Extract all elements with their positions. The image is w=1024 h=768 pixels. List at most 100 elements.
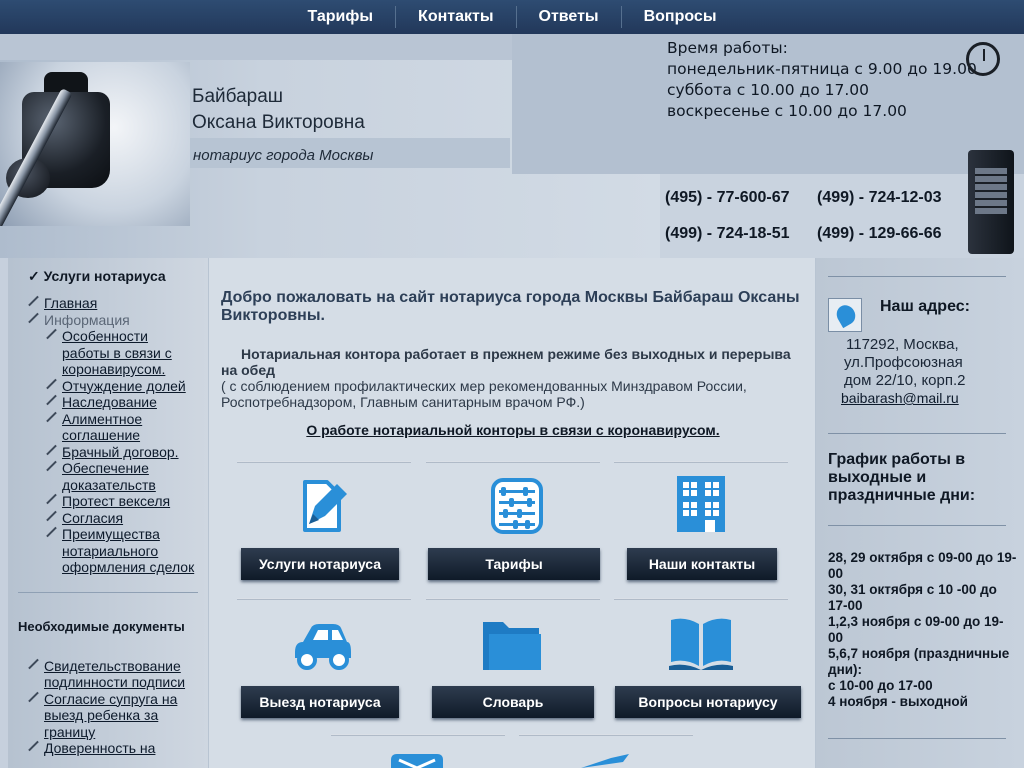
tile-divider bbox=[426, 598, 600, 600]
tile-divider bbox=[614, 461, 788, 463]
menu-label[interactable]: Преимущества нотариального оформления сд… bbox=[62, 526, 198, 576]
menu-item-home[interactable]: Главная bbox=[26, 295, 198, 312]
schedule-line: 1,2,3 ноября с 09-00 до 19-00 bbox=[828, 614, 1004, 645]
hours-weekdays: понедельник-пятница с 9.00 до 19.00 bbox=[667, 60, 977, 78]
right-divider bbox=[828, 738, 1006, 739]
doc-item-power-of-attorney[interactable]: Доверенность на bbox=[26, 740, 198, 757]
menu-label[interactable]: Наследование bbox=[62, 394, 157, 411]
phone-4: (499) - 129-66-66 bbox=[817, 225, 942, 242]
edit-document-icon[interactable] bbox=[289, 474, 353, 538]
pencil-icon bbox=[44, 510, 58, 522]
schedule-line: 28, 29 октября с 09-00 до 19-00 bbox=[828, 550, 1017, 581]
tile-divider bbox=[237, 461, 411, 463]
pencil-icon bbox=[44, 526, 58, 538]
pencil-icon bbox=[44, 411, 58, 423]
phones: (495) - 77-600-67 (499) - 724-12-03 (499… bbox=[665, 180, 942, 252]
phones-row-1: (495) - 77-600-67 (499) - 724-12-03 bbox=[665, 180, 942, 216]
notice-text: ( с соблюдением профилактических мер рек… bbox=[221, 378, 747, 410]
left-sidebar: ✓ Услуги нотариуса Главная Информация Ос… bbox=[8, 258, 208, 768]
plane-icon[interactable] bbox=[573, 754, 637, 768]
menu-label[interactable]: Протест векселя bbox=[62, 493, 170, 510]
pencil-icon bbox=[26, 658, 40, 670]
nav-item-tariffs[interactable]: Тарифы bbox=[286, 6, 396, 28]
nav-item-answers[interactable]: Ответы bbox=[515, 6, 621, 28]
pencil-icon bbox=[26, 312, 40, 324]
docs-title: Необходимые документы bbox=[18, 618, 185, 634]
phones-row-2: (499) - 724-18-51 (499) - 129-66-66 bbox=[665, 216, 942, 252]
left-title-text: Услуги нотариуса bbox=[43, 268, 166, 284]
ink-pen-photo bbox=[0, 62, 190, 226]
schedule-line: 4 ноября - выходной bbox=[828, 694, 968, 709]
right-sidebar: Наш адрес: 117292, Москва, ул.Профсоюзна… bbox=[816, 258, 1024, 768]
menu-label[interactable]: Брачный договор. bbox=[62, 444, 179, 461]
menu-item-covid[interactable]: Особенности работы в связи с коронавирус… bbox=[44, 328, 198, 378]
menu-item-shares[interactable]: Отчуждение долей bbox=[44, 378, 198, 395]
doc-item-signature[interactable]: Свидетельствование подлинности подписи bbox=[26, 658, 198, 691]
working-hours: Время работы: понедельник-пятница с 9.00… bbox=[667, 38, 977, 122]
visit-notary-button[interactable]: Выезд нотариуса bbox=[241, 686, 399, 718]
doc-item-child-travel[interactable]: Согласие супруга на выезд ребенка за гра… bbox=[26, 691, 198, 741]
car-icon[interactable] bbox=[291, 612, 355, 676]
menu-item-protest[interactable]: Протест векселя bbox=[44, 493, 198, 510]
doc-label[interactable]: Доверенность на bbox=[44, 740, 155, 757]
notary-subtitle: нотариус города Москвы bbox=[193, 147, 374, 164]
covid-link[interactable]: О работе нотариальной конторы в связи с … bbox=[209, 422, 817, 438]
menu-label[interactable]: Обеспечение доказательств bbox=[62, 460, 198, 493]
hours-saturday: суббота с 10.00 до 17.00 bbox=[667, 81, 869, 99]
tariffs-button[interactable]: Тарифы bbox=[428, 548, 600, 580]
menu-label[interactable]: Главная bbox=[44, 295, 97, 312]
right-divider bbox=[828, 525, 1006, 526]
schedule-line: 30, 31 октября с 10 -00 до 17-00 bbox=[828, 582, 997, 613]
nav-item-questions[interactable]: Вопросы bbox=[620, 6, 739, 28]
email-link[interactable]: baibarash@mail.ru bbox=[841, 390, 959, 406]
tile-divider bbox=[426, 461, 600, 463]
tile-divider bbox=[237, 598, 411, 600]
welcome-heading: Добро пожаловать на сайт нотариуса город… bbox=[221, 289, 800, 324]
contacts-button[interactable]: Наши контакты bbox=[627, 548, 777, 580]
doc-label[interactable]: Согласие супруга на выезд ребенка за гра… bbox=[44, 691, 198, 741]
phone-booth-window bbox=[975, 168, 1007, 214]
book-icon[interactable] bbox=[669, 610, 733, 674]
nav-item-contacts[interactable]: Контакты bbox=[395, 6, 515, 28]
questions-button[interactable]: Вопросы нотариусу bbox=[615, 686, 801, 718]
menu-item-info: Информация bbox=[26, 312, 198, 329]
location-icon bbox=[828, 298, 862, 332]
phone-1: (495) - 77-600-67 bbox=[665, 189, 790, 206]
tile-divider bbox=[331, 734, 505, 736]
menu-label[interactable]: Алиментное соглашение bbox=[62, 411, 198, 444]
menu-item-inheritance[interactable]: Наследование bbox=[44, 394, 198, 411]
menu-item-consents[interactable]: Согласия bbox=[44, 510, 198, 527]
right-divider bbox=[828, 276, 1006, 277]
main-content: Добро пожаловать на сайт нотариуса город… bbox=[208, 258, 816, 768]
menu-item-advantages[interactable]: Преимущества нотариального оформления сд… bbox=[44, 526, 198, 576]
address-line-2: ул.Профсоюзная bbox=[844, 354, 963, 371]
mail-icon[interactable] bbox=[385, 754, 449, 768]
dictionary-button[interactable]: Словарь bbox=[432, 686, 594, 718]
phone-2: (499) - 724-12-03 bbox=[817, 189, 942, 206]
notary-name: Оксана Викторовна bbox=[192, 112, 365, 133]
menu-label[interactable]: Согласия bbox=[62, 510, 123, 527]
pencil-icon bbox=[44, 378, 58, 390]
pencil-icon bbox=[26, 691, 40, 703]
hours-title: Время работы: bbox=[667, 39, 788, 57]
menu-label[interactable]: Особенности работы в связи с коронавирус… bbox=[62, 328, 198, 378]
left-menu: Главная Информация Особенности работы в … bbox=[26, 295, 198, 576]
tile-divider bbox=[519, 734, 693, 736]
building-icon[interactable] bbox=[669, 472, 733, 536]
folder-icon[interactable] bbox=[479, 612, 543, 676]
tile-divider bbox=[614, 598, 788, 600]
schedule-line: 5,6,7 ноября (праздничные дни): bbox=[828, 646, 1010, 677]
address: 117292, Москва, ул.Профсоюзная дом 22/10… bbox=[844, 336, 966, 390]
notary-surname: Байбараш bbox=[192, 86, 284, 107]
abacus-icon[interactable] bbox=[485, 474, 549, 538]
clock-icon bbox=[966, 42, 1000, 76]
menu-label[interactable]: Отчуждение долей bbox=[62, 378, 186, 395]
pencil-icon bbox=[44, 328, 58, 340]
menu-item-alimony[interactable]: Алиментное соглашение bbox=[44, 411, 198, 444]
right-divider bbox=[828, 433, 1006, 434]
menu-item-evidence[interactable]: Обеспечение доказательств bbox=[44, 460, 198, 493]
doc-label[interactable]: Свидетельствование подлинности подписи bbox=[44, 658, 198, 691]
phone-booth-icon bbox=[968, 150, 1014, 254]
services-button[interactable]: Услуги нотариуса bbox=[241, 548, 399, 580]
menu-item-marriage[interactable]: Брачный договор. bbox=[44, 444, 198, 461]
